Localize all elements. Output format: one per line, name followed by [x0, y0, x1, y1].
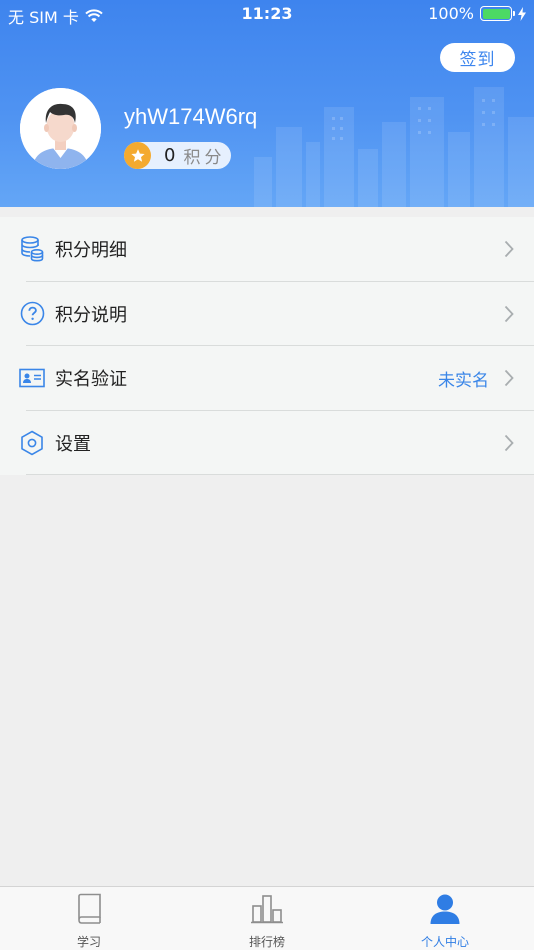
chevron-right-icon: [504, 369, 514, 387]
menu-item-real-name[interactable]: 实名验证 未实名: [0, 346, 534, 411]
real-name-status: 未实名: [438, 370, 489, 391]
star-icon: [124, 142, 151, 169]
user-avatar-icon: [20, 88, 101, 169]
signin-button[interactable]: 签到: [440, 43, 515, 72]
menu-item-points-info[interactable]: 积分说明: [0, 282, 534, 347]
chevron-right-icon: [504, 434, 514, 451]
menu-item-points-detail[interactable]: 积分明细: [0, 217, 534, 282]
tab-label: 学习: [76, 935, 101, 949]
status-right-group: 100%: [428, 4, 526, 23]
menu-item-label: 积分说明: [55, 304, 127, 326]
tab-label: 排行榜: [248, 935, 285, 949]
chevron-right-icon: [504, 240, 514, 258]
menu-item-label: 实名验证: [55, 369, 127, 391]
database-icon: [19, 236, 45, 262]
username: yhW174W6rq: [124, 104, 258, 129]
points-value: 0: [164, 145, 176, 166]
tab-ranking[interactable]: 排行榜: [178, 887, 356, 950]
points-label: 积分: [183, 148, 226, 168]
profile-header: 无 SIM 卡 11:23 100% 签到 yhW174W6rq 0 积分: [0, 0, 534, 207]
charging-bolt-icon: [518, 6, 526, 21]
id-card-icon: [19, 365, 45, 391]
menu-item-label: 积分明细: [55, 240, 127, 262]
menu-item-settings[interactable]: 设置: [0, 411, 534, 476]
book-icon: [73, 892, 105, 925]
tab-profile[interactable]: 个人中心: [356, 887, 534, 950]
city-skyline-decoration: [254, 87, 534, 207]
tab-bar: 学习 排行榜 个人中心: [0, 886, 534, 950]
status-bar: 无 SIM 卡 11:23 100%: [0, 0, 534, 28]
battery-percent: 100%: [428, 4, 474, 23]
tab-study[interactable]: 学习: [0, 887, 178, 950]
points-badge[interactable]: 0 积分: [124, 142, 231, 169]
avatar[interactable]: [20, 88, 101, 169]
person-icon: [429, 892, 461, 925]
menu-list: 积分明细 积分说明 实名验证 未实名 设置: [0, 217, 534, 475]
chevron-right-icon: [504, 305, 514, 322]
hexagon-settings-icon: [19, 430, 45, 456]
menu-item-label: 设置: [55, 433, 91, 455]
battery-fill: [482, 8, 510, 19]
tab-label: 个人中心: [420, 935, 469, 949]
battery-icon: [480, 6, 515, 21]
ranking-icon: [251, 892, 283, 925]
question-circle-icon: [19, 301, 45, 327]
